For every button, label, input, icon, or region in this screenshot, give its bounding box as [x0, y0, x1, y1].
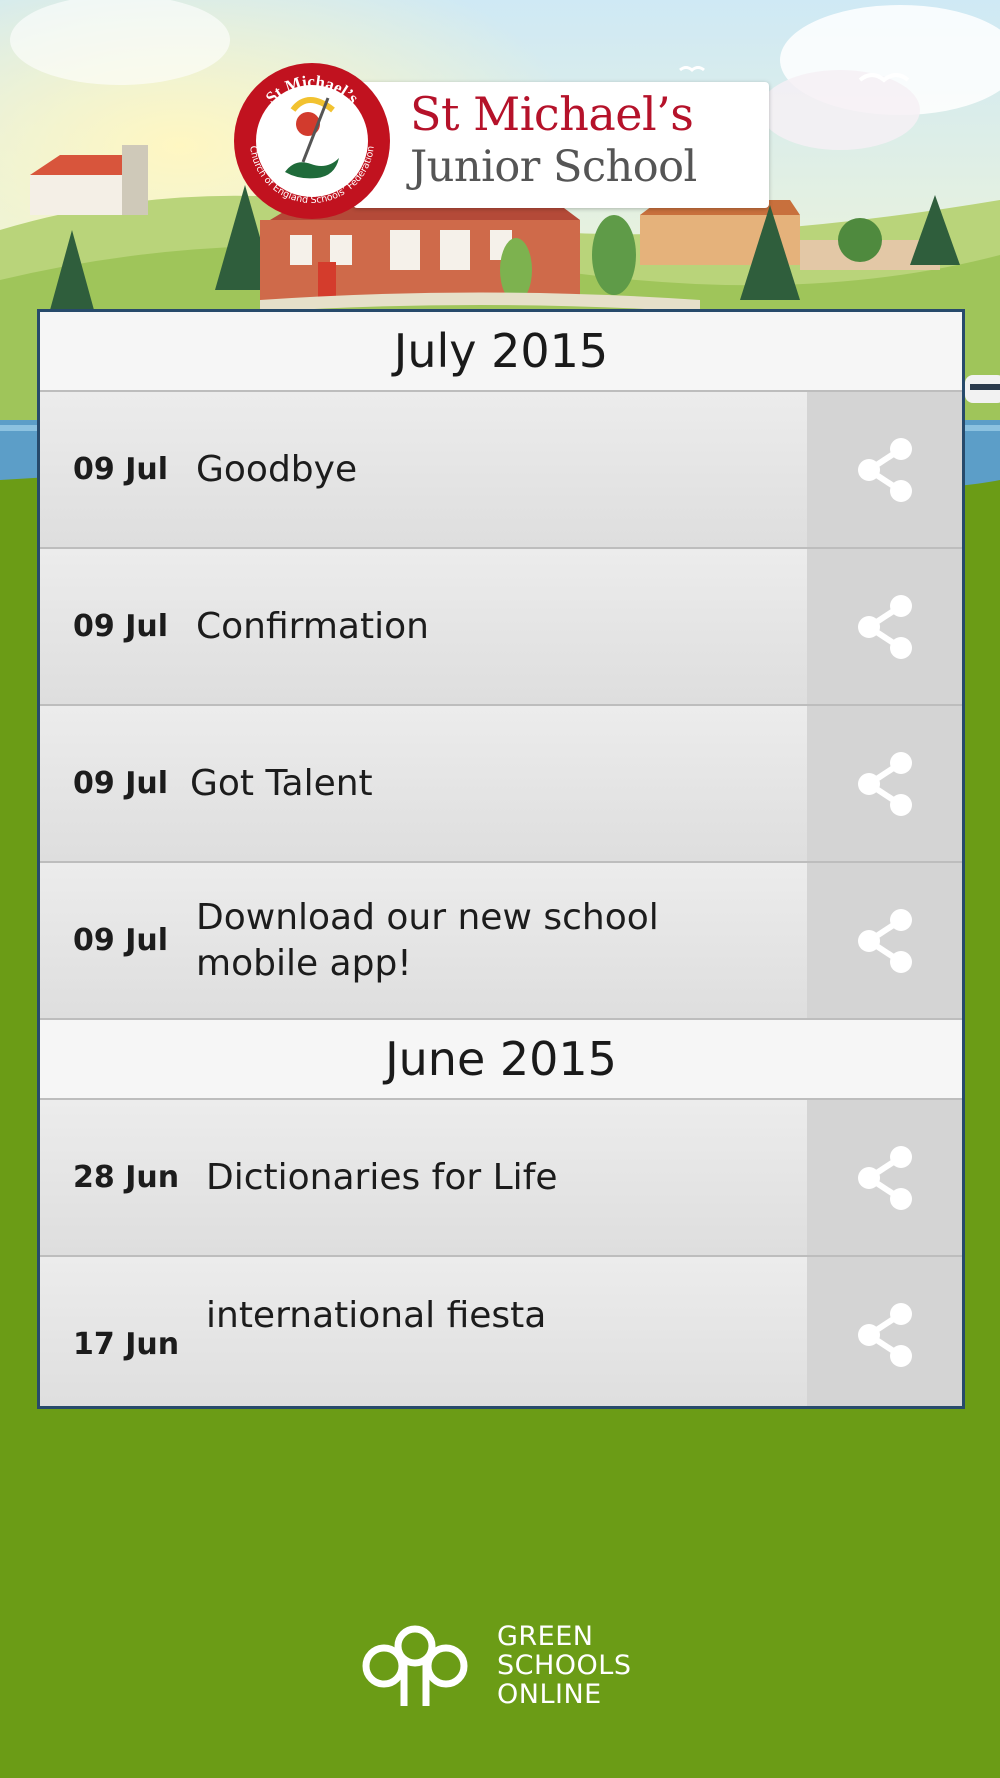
green-schools-logo-icon: [362, 1625, 468, 1706]
news-date: 09 Jul: [73, 452, 168, 487]
share-button[interactable]: [807, 1257, 962, 1406]
brand-text: GREEN SCHOOLS ONLINE: [497, 1622, 631, 1709]
brand-line: SCHOOLS: [497, 1650, 632, 1681]
school-crest-icon: St Michael’s Church of England Schools’ …: [233, 62, 391, 220]
news-title: Goodbye: [196, 448, 358, 490]
news-item[interactable]: 09 Jul Download our new school mobile ap…: [40, 863, 962, 1020]
share-icon: [857, 751, 912, 816]
share-button[interactable]: [807, 863, 962, 1018]
share-button[interactable]: [807, 392, 962, 547]
news-date: 09 Jul: [73, 923, 168, 958]
month-header: June 2015: [40, 1020, 962, 1100]
news-item[interactable]: 17 Jun international fiesta: [40, 1257, 962, 1406]
share-icon: [857, 437, 912, 502]
news-title: Download our new school mobile app!: [196, 896, 659, 984]
share-icon: [857, 1145, 912, 1210]
school-name-line2: Junior School: [410, 142, 697, 192]
brand-line: ONLINE: [497, 1679, 602, 1710]
news-date: 09 Jul: [73, 766, 168, 801]
footer-brand[interactable]: GREEN SCHOOLS ONLINE: [360, 1622, 650, 1712]
news-date: 09 Jul: [73, 609, 168, 644]
share-button[interactable]: [807, 549, 962, 704]
news-item[interactable]: 09 Jul Got Talent: [40, 706, 962, 863]
news-date: 28 Jun: [73, 1160, 180, 1195]
month-header: July 2015: [40, 312, 962, 392]
share-button[interactable]: [807, 706, 962, 861]
school-logo: St Michael’s Church of England Schools’ …: [233, 62, 769, 219]
school-name-line1: St Michael’s: [410, 87, 694, 141]
news-item[interactable]: 28 Jun Dictionaries for Life: [40, 1100, 962, 1257]
news-title: international fiesta: [206, 1295, 547, 1336]
share-button[interactable]: [807, 1100, 962, 1255]
news-item[interactable]: 09 Jul Goodbye: [40, 392, 962, 549]
news-title: Got Talent: [190, 762, 373, 804]
news-date: 17 Jun: [73, 1327, 180, 1362]
news-title: Confirmation: [196, 605, 429, 647]
brand-line: GREEN: [497, 1621, 594, 1652]
share-icon: [857, 594, 912, 659]
share-icon: [857, 908, 912, 973]
news-title: Dictionaries for Life: [206, 1156, 558, 1198]
share-icon: [857, 1302, 912, 1367]
news-item[interactable]: 09 Jul Confirmation: [40, 549, 962, 706]
news-panel: July 2015 09 Jul Goodbye 09 Jul Confirma…: [37, 309, 965, 1409]
